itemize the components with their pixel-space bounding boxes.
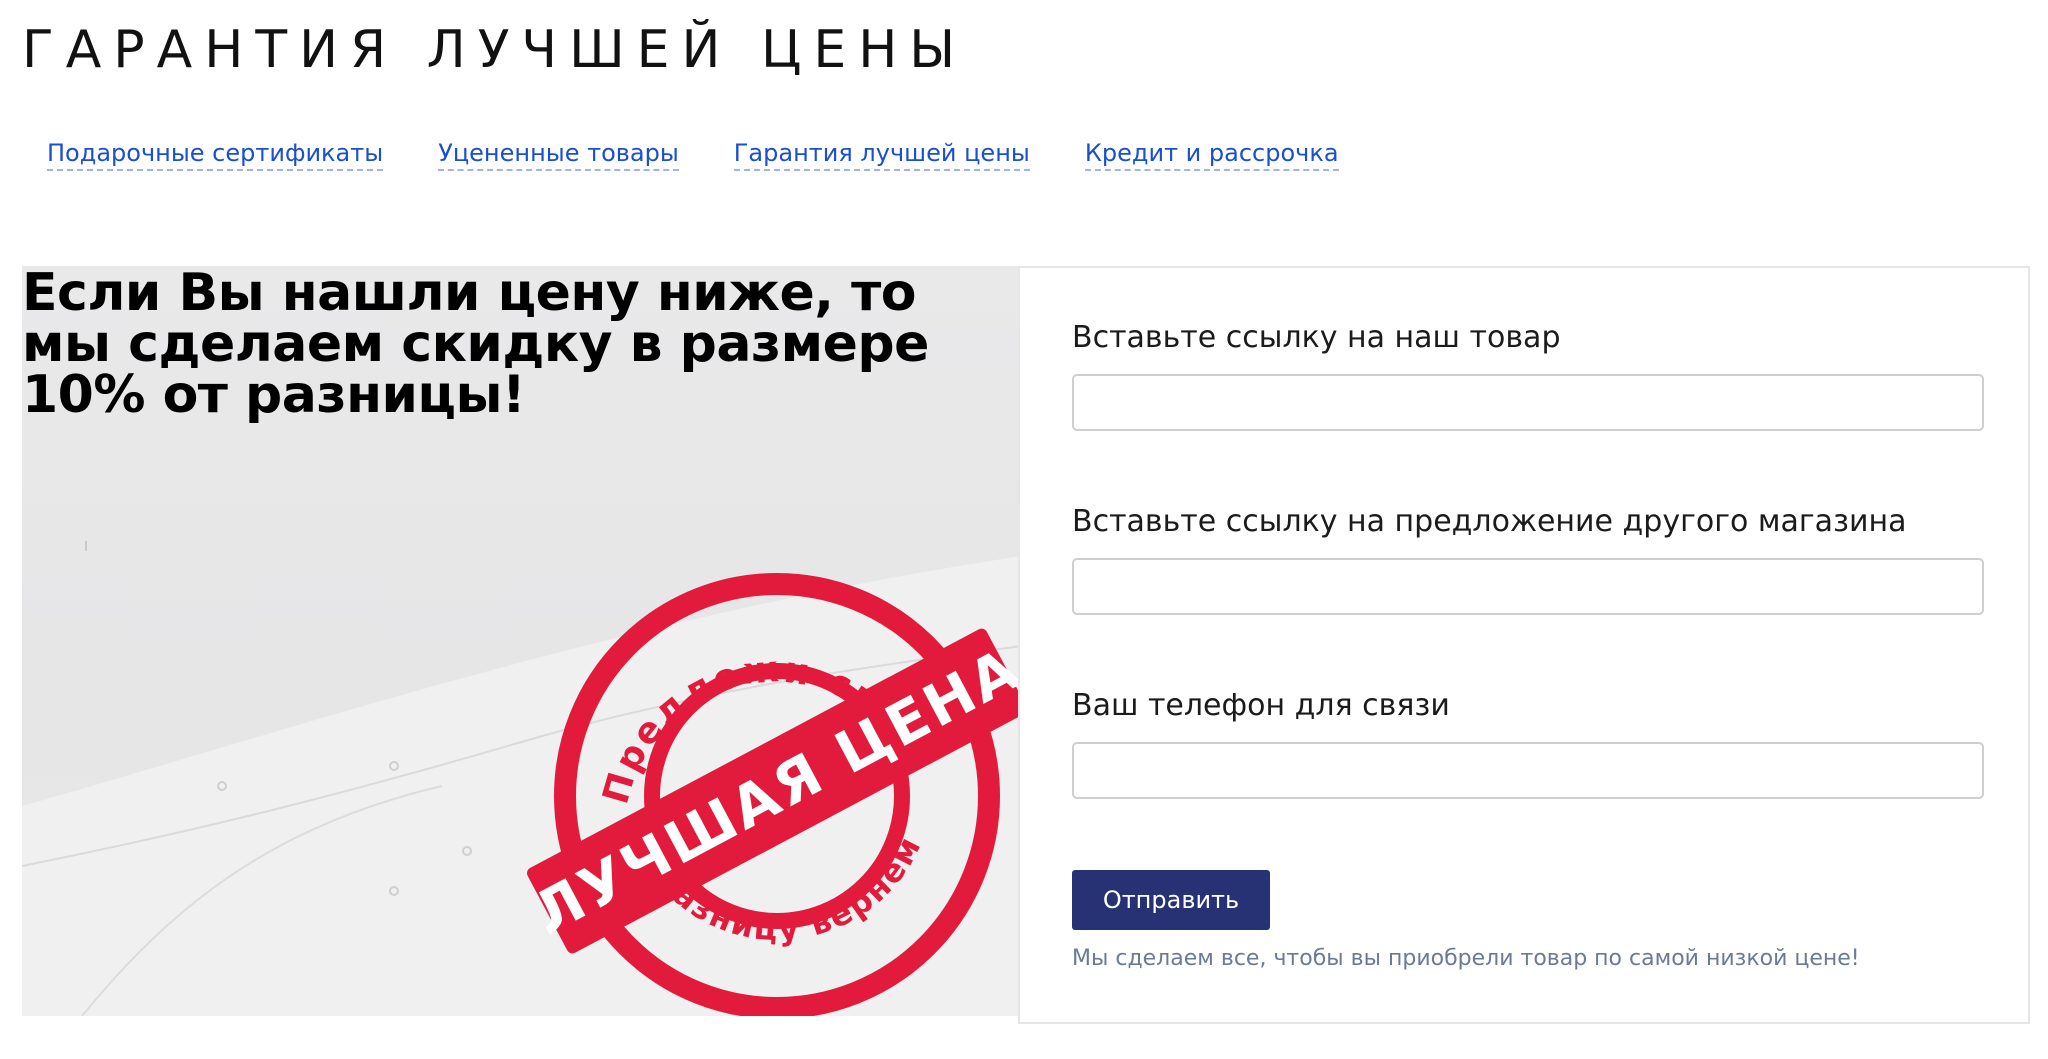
page-title: ГАРАНТИЯ ЛУЧШЕЙ ЦЕНЫ [22,20,968,80]
promo-heading: Если Вы нашли цену ниже, то мы сделаем с… [22,266,929,425]
nav-link-credit-installments[interactable]: Кредит и рассрочка [1084,138,1339,171]
contact-phone-input[interactable] [1072,742,1984,799]
field-our-product-link: Вставьте ссылку на наш товар [1072,318,1984,431]
best-price-form: Вставьте ссылку на наш товар Вставьте сс… [1018,266,2030,1024]
contact-phone-label: Ваш телефон для связи [1072,688,1450,723]
our-product-link-input[interactable] [1072,374,1984,431]
submit-button[interactable]: Отправить [1072,870,1270,930]
secondary-nav: Подарочные сертификаты Уцененные товары … [47,138,1339,171]
promo-banner: Если Вы нашли цену ниже, то мы сделаем с… [22,266,1022,1016]
competitor-offer-link-input[interactable] [1072,558,1984,615]
field-competitor-offer-link: Вставьте ссылку на предложение другого м… [1072,502,1984,615]
competitor-offer-link-label: Вставьте ссылку на предложение другого м… [1072,504,1907,539]
nav-link-best-price-guarantee[interactable]: Гарантия лучшей цены [733,138,1030,171]
best-price-stamp-image: Предложи свою разницу вернем ЛУЧШАЯ ЦЕНА [522,573,1022,1016]
nav-link-discounted-goods[interactable]: Уцененные товары [438,138,679,171]
form-note: Мы сделаем все, чтобы вы приобрели товар… [1072,946,1860,971]
nav-link-gift-certificates[interactable]: Подарочные сертификаты [47,138,384,171]
our-product-link-label: Вставьте ссылку на наш товар [1072,320,1561,355]
field-contact-phone: Ваш телефон для связи [1072,686,1984,799]
